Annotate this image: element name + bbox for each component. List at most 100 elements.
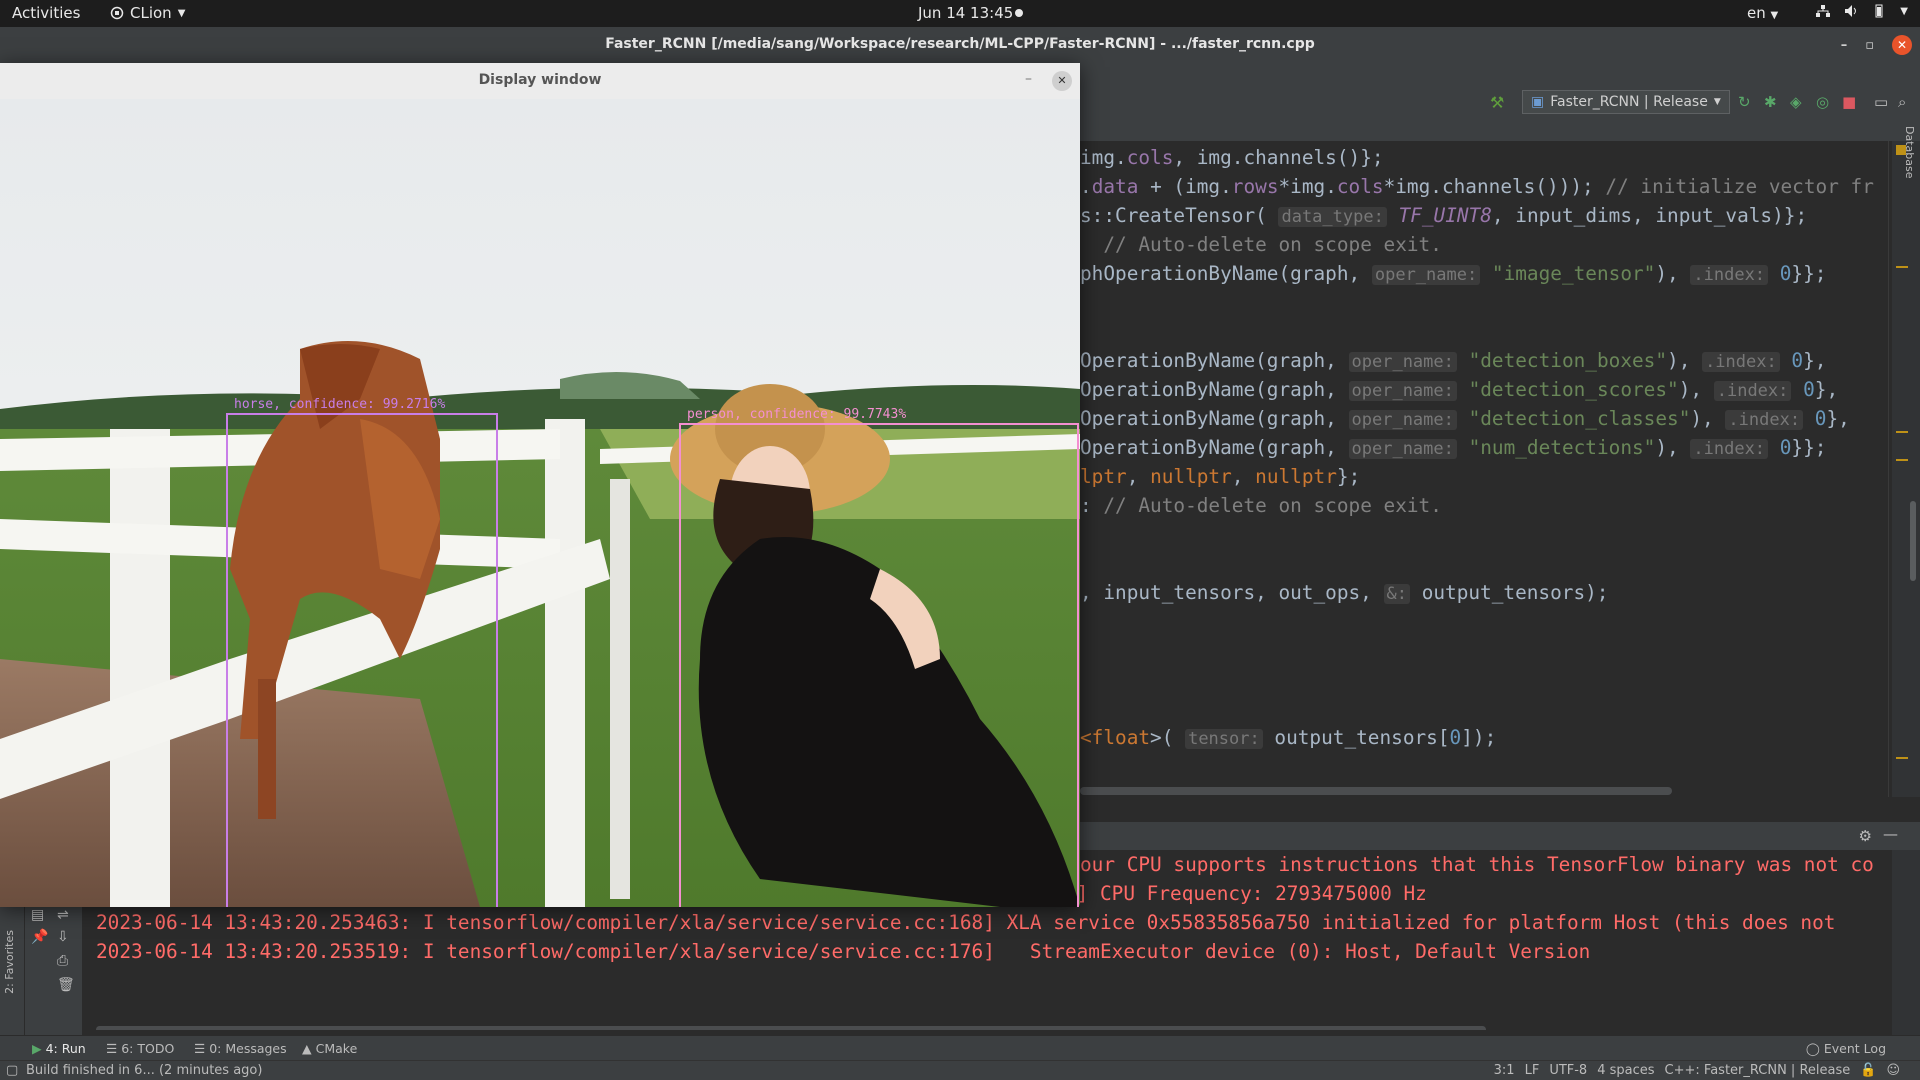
code-token: "detection_classes" [1468,407,1691,430]
clock[interactable]: Jun 14 13:45 [918,4,1013,22]
code-line[interactable]: s::CreateTensor( data_type: TF_UINT8, in… [1080,204,1807,227]
profile-icon[interactable]: ◎ [1816,93,1829,111]
hide-panel-button[interactable]: — [1883,825,1898,843]
minimize-button[interactable]: – [1025,71,1032,87]
print-icon[interactable]: ⎙ [57,953,68,969]
close-button[interactable]: ✕ [1892,35,1912,55]
code-token: img. [1080,146,1127,169]
inspector-icon[interactable]: ☺ [1886,1063,1900,1078]
cmake-target-icon: ▣ [1531,94,1545,110]
code-token: // initialize vector fr [1605,175,1874,198]
scroll-to-end-icon[interactable]: ⇩ [57,929,69,945]
warning-mark[interactable] [1896,431,1908,433]
editor-horizontal-scrollbar[interactable] [1080,787,1672,795]
code-line[interactable]: lptr, nullptr, nullptr}; [1080,465,1360,488]
code-editor[interactable]: img.cols, img.channels()}; .data + (img.r… [1080,141,1892,797]
code-token: , [1231,465,1256,488]
detection-image: horse, confidence: 99.2716% person, conf… [0,99,1080,907]
right-margin-guide [1888,141,1889,797]
build-hammer-icon[interactable]: ⚒ [1490,93,1504,112]
file-encoding[interactable]: UTF-8 [1549,1063,1587,1078]
code-token: ]); [1461,726,1497,749]
code-token: "image_tensor" [1491,262,1656,285]
tab-event-log[interactable]: ◯ Event Log [1806,1041,1886,1056]
layout-icon[interactable]: ▤ [31,907,44,923]
line-separator[interactable]: LF [1525,1063,1540,1078]
code-token: 0 [1791,349,1804,372]
code-line[interactable]: : // Auto-delete on scope exit. [1080,494,1442,517]
code-token: }}; [1791,262,1827,285]
language-label: en [1747,4,1766,22]
stop-icon[interactable]: ■ [1842,93,1856,111]
code-token: "num_detections" [1468,436,1656,459]
database-tab[interactable]: Database [1896,126,1916,206]
console-horizontal-scrollbar[interactable] [96,1026,1486,1030]
system-tray[interactable]: ▼ [1816,4,1908,18]
favorites-tab[interactable]: 2: Favorites [3,930,16,994]
code-token: 0 [1803,378,1815,401]
code-token: // Auto-delete on scope exit. [1103,494,1442,517]
ide-title-bar: Faster_RCNN [/media/sang/Workspace/resea… [0,27,1920,63]
caret-position[interactable]: 3:1 [1494,1063,1515,1078]
code-line[interactable]: <float>( tensor: output_tensors[0]); [1080,726,1496,749]
code-line[interactable]: OperationByName(graph, oper_name: "detec… [1080,349,1826,372]
warning-mark[interactable] [1896,757,1908,759]
language-selector[interactable]: en ▼ [1747,4,1778,22]
coverage-icon[interactable]: ◈ [1790,93,1802,111]
tab-todo[interactable]: ☰ 6: TODO [106,1041,174,1056]
code-line[interactable]: OperationByName(graph, oper_name: "detec… [1080,378,1838,401]
maximize-button[interactable]: ▫ [1865,38,1874,53]
list-icon: ☰ [106,1041,118,1056]
run-configuration-select[interactable]: ▣ Faster_RCNN | Release ▼ [1522,90,1730,114]
warning-mark[interactable] [1896,459,1908,461]
code-token: + (img. [1138,175,1232,198]
code-token: nullptr [1255,465,1337,488]
gear-icon[interactable]: ⚙ [1859,827,1872,845]
soft-wrap-icon[interactable]: ⇌ [57,907,69,923]
minimize-button[interactable]: – [1841,38,1848,53]
trash-icon[interactable]: 🗑 [57,977,75,993]
editor-error-stripe[interactable] [1892,141,1920,797]
lock-icon[interactable]: 🔓 [1860,1063,1876,1078]
code-line[interactable]: // Auto-delete on scope exit. [1080,233,1442,256]
code-token: OperationByName(graph, [1080,436,1349,459]
code-token: ), [1667,349,1703,372]
app-menu[interactable]: CLion ▼ [110,4,185,22]
pin-icon[interactable]: 📌 [31,929,48,945]
tab-event-log-label: Event Log [1823,1041,1886,1056]
code-token: , input_tensors, out_ops, [1080,581,1384,604]
tab-messages[interactable]: ☰ 0: Messages [194,1041,287,1056]
debug-icon[interactable]: ✱ [1764,93,1777,111]
code-line[interactable]: OperationByName(graph, oper_name: "detec… [1080,407,1850,430]
code-line[interactable]: img.cols, img.channels()}; [1080,146,1384,169]
code-line[interactable]: OperationByName(graph, oper_name: "num_d… [1080,436,1826,459]
layout-icon[interactable]: ▭ [1874,93,1888,111]
clion-app-icon [110,6,124,20]
code-line[interactable]: , input_tensors, out_ops, &: output_tens… [1080,581,1608,604]
status-toggle-icon[interactable]: ▢ [6,1063,18,1078]
close-button[interactable]: ✕ [1052,71,1072,91]
status-message[interactable]: Build finished in 6... (2 minutes ago) [26,1063,262,1078]
display-window[interactable]: Display window – ✕ horse, confidence: 99… [0,63,1080,907]
search-icon[interactable]: ⌕ [1898,93,1906,111]
run-icon[interactable]: ↻ [1738,93,1751,111]
code-line[interactable]: .data + (img.rows*img.cols*img.channels(… [1080,175,1874,198]
detection-box-person: person, confidence: 99.7743% [679,407,1079,907]
activities-button[interactable]: Activities [12,4,80,22]
display-window-titlebar[interactable]: Display window – ✕ [0,63,1080,99]
indent-setting[interactable]: 4 spaces [1597,1063,1654,1078]
ide-toolbar: ⚒ ▣ Faster_RCNN | Release ▼ ↻ ✱ ◈ ◎ ■ ▭ … [1080,63,1920,141]
resolve-context[interactable]: C++: Faster_RCNN | Release [1665,1063,1851,1078]
tab-cmake[interactable]: ▲ CMake [302,1041,357,1056]
code-token: >( [1150,726,1186,749]
code-token: }, [1814,378,1839,401]
tab-run[interactable]: ▶ 4: Run [32,1041,86,1056]
run-panel-actions: ▤ ⇌ 📌 ⇩ ⎙ 🗑 [25,905,82,1045]
code-line[interactable]: phOperationByName(graph, oper_name: "ima… [1080,262,1826,285]
volume-icon [1845,5,1857,17]
warning-mark[interactable] [1896,266,1908,268]
editor-vertical-scrollbar[interactable] [1910,501,1916,581]
console-vertical-scrollbar[interactable] [1892,850,1920,1045]
tab-run-label: 4: Run [45,1041,86,1056]
